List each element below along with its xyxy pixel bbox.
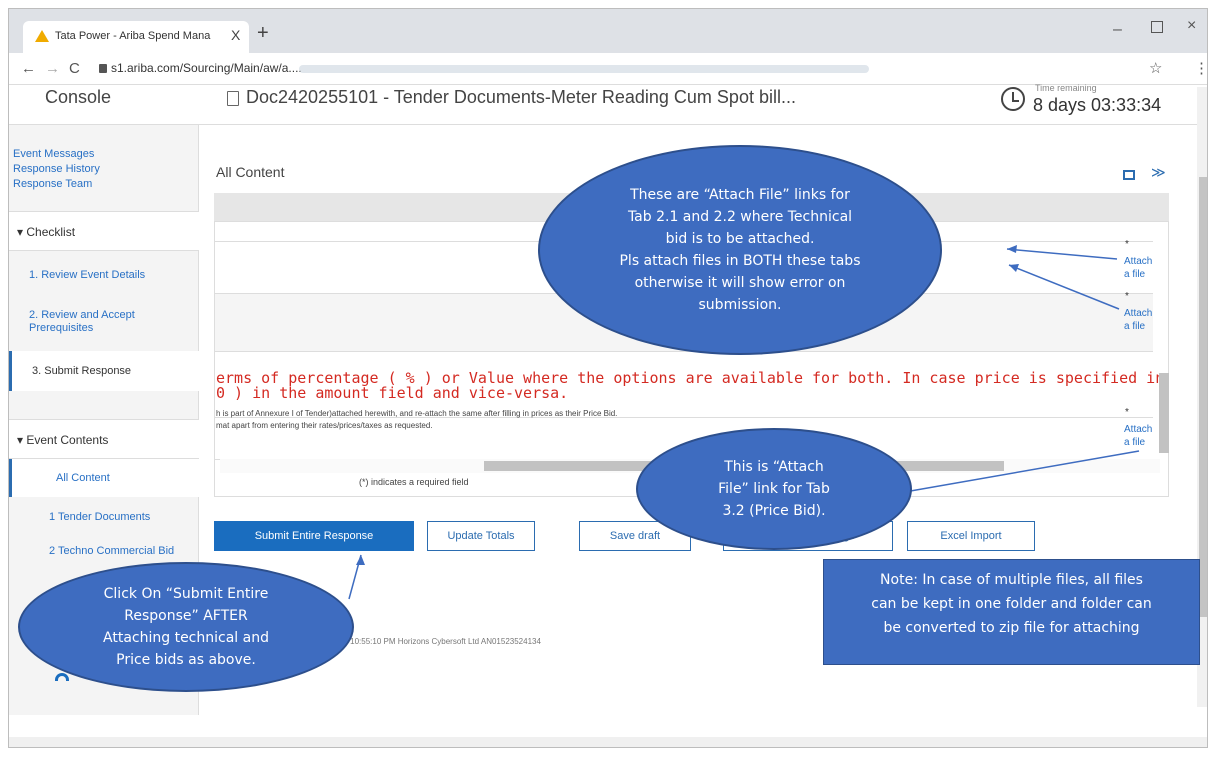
attach-price-callout: This is “Attach File” link for Tab 3.2 (… xyxy=(636,428,912,550)
callout-line: Click On “Submit Entire xyxy=(103,586,269,602)
callout-text: This is “Attach File” link for Tab 3.2 (… xyxy=(718,456,830,522)
callout-line: Price bids as above. xyxy=(116,652,256,668)
callout-line: 3.2 (Price Bid). xyxy=(722,503,826,519)
callout-line: Pls attach files in BOTH these tabs xyxy=(619,253,861,269)
callout-line: Attaching technical and xyxy=(103,630,269,646)
arrowhead xyxy=(1007,245,1017,253)
callout-line: bid is to be attached. xyxy=(665,231,815,247)
callout-line: These are “Attach File” links for xyxy=(630,187,850,203)
arrow-line xyxy=(1006,248,1118,260)
callout-text: These are “Attach File” links for Tab 2.… xyxy=(619,184,860,316)
arrowhead xyxy=(1009,264,1019,272)
submit-response-callout: Click On “Submit Entire Response” AFTER … xyxy=(18,562,354,692)
callout-line: Response” AFTER xyxy=(124,608,248,624)
arrow-line xyxy=(1008,264,1120,310)
note-line: be converted to zip file for attaching xyxy=(883,620,1140,636)
arrowhead xyxy=(356,555,365,565)
multiple-files-note: Note: In case of multiple files, all fil… xyxy=(823,559,1200,665)
callout-text: Click On “Submit Entire Response” AFTER … xyxy=(103,583,269,671)
attach-technical-callout: These are “Attach File” links for Tab 2.… xyxy=(538,145,942,355)
note-line: can be kept in one folder and folder can xyxy=(871,596,1152,612)
callout-line: Tab 2.1 and 2.2 where Technical xyxy=(627,209,853,225)
arrow-line xyxy=(898,450,1140,494)
callout-line: File” link for Tab xyxy=(718,481,830,497)
callout-line: submission. xyxy=(698,297,782,313)
callout-line: This is “Attach xyxy=(724,459,824,475)
note-line: Note: In case of multiple files, all fil… xyxy=(880,572,1143,588)
callout-line: otherwise it will show error on xyxy=(634,275,846,291)
